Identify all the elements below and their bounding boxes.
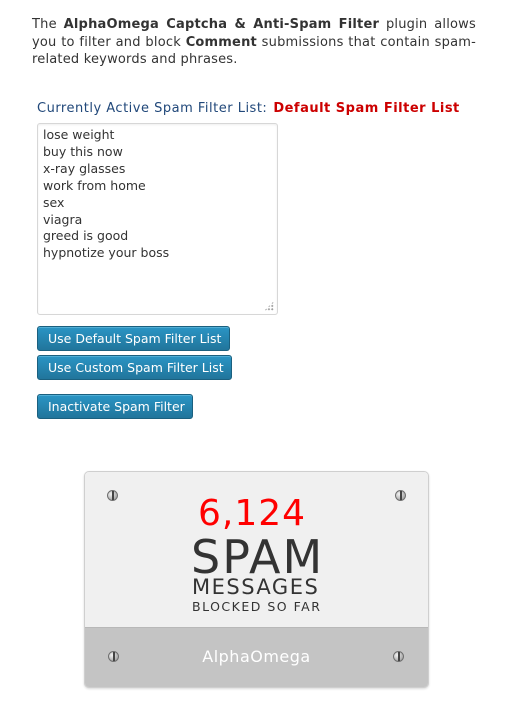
active-filter-list-row: Currently Active Spam Filter List: Defaul… xyxy=(37,101,487,116)
intro-prefix: The xyxy=(32,17,64,32)
use-default-list-button[interactable]: Use Default Spam Filter List xyxy=(37,326,230,351)
plugin-name: AlphaOmega Captcha & Anti-Spam Filter xyxy=(63,17,380,32)
filter-term: lose weight xyxy=(43,127,115,142)
filter-term: viagra xyxy=(43,211,83,227)
screw-icon xyxy=(107,490,118,501)
plugin-description: The AlphaOmega Captcha & Anti-Spam Filte… xyxy=(32,16,476,69)
filter-term: hypnotize your boss xyxy=(43,245,170,261)
active-filter-list-value: Default Spam Filter List xyxy=(273,101,460,116)
badge-bottom-panel: AlphaOmega xyxy=(85,627,428,687)
filter-term: greed is good xyxy=(43,228,129,244)
use-custom-list-button[interactable]: Use Custom Spam Filter List xyxy=(37,355,232,380)
spam-count: 6,124 xyxy=(198,493,307,534)
filter-term: x-ray glasses xyxy=(43,160,126,176)
active-filter-list-label: Currently Active Spam Filter List: xyxy=(37,101,268,116)
badge-top-panel: 6,124 SPAM MESSAGES BLOCKED SO FAR xyxy=(85,472,428,627)
filter-term: buy this now xyxy=(43,143,123,159)
spam-filter-textarea[interactable]: lose weight buy this now x-ray glasses w… xyxy=(37,123,278,315)
badge-brand: AlphaOmega xyxy=(202,647,311,666)
screw-icon xyxy=(395,490,406,501)
filter-term: work from home xyxy=(43,177,146,193)
badge-messages-word: MESSAGES xyxy=(192,575,320,599)
filter-term: sex xyxy=(43,194,65,210)
comment-keyword: Comment xyxy=(185,34,257,50)
badge-blocked-word: BLOCKED SO FAR xyxy=(192,599,322,614)
resize-grip-icon[interactable] xyxy=(264,301,274,311)
inactivate-filter-button[interactable]: Inactivate Spam Filter xyxy=(37,394,193,419)
spam-counter-badge: 6,124 SPAM MESSAGES BLOCKED SO FAR Alpha… xyxy=(84,471,429,688)
